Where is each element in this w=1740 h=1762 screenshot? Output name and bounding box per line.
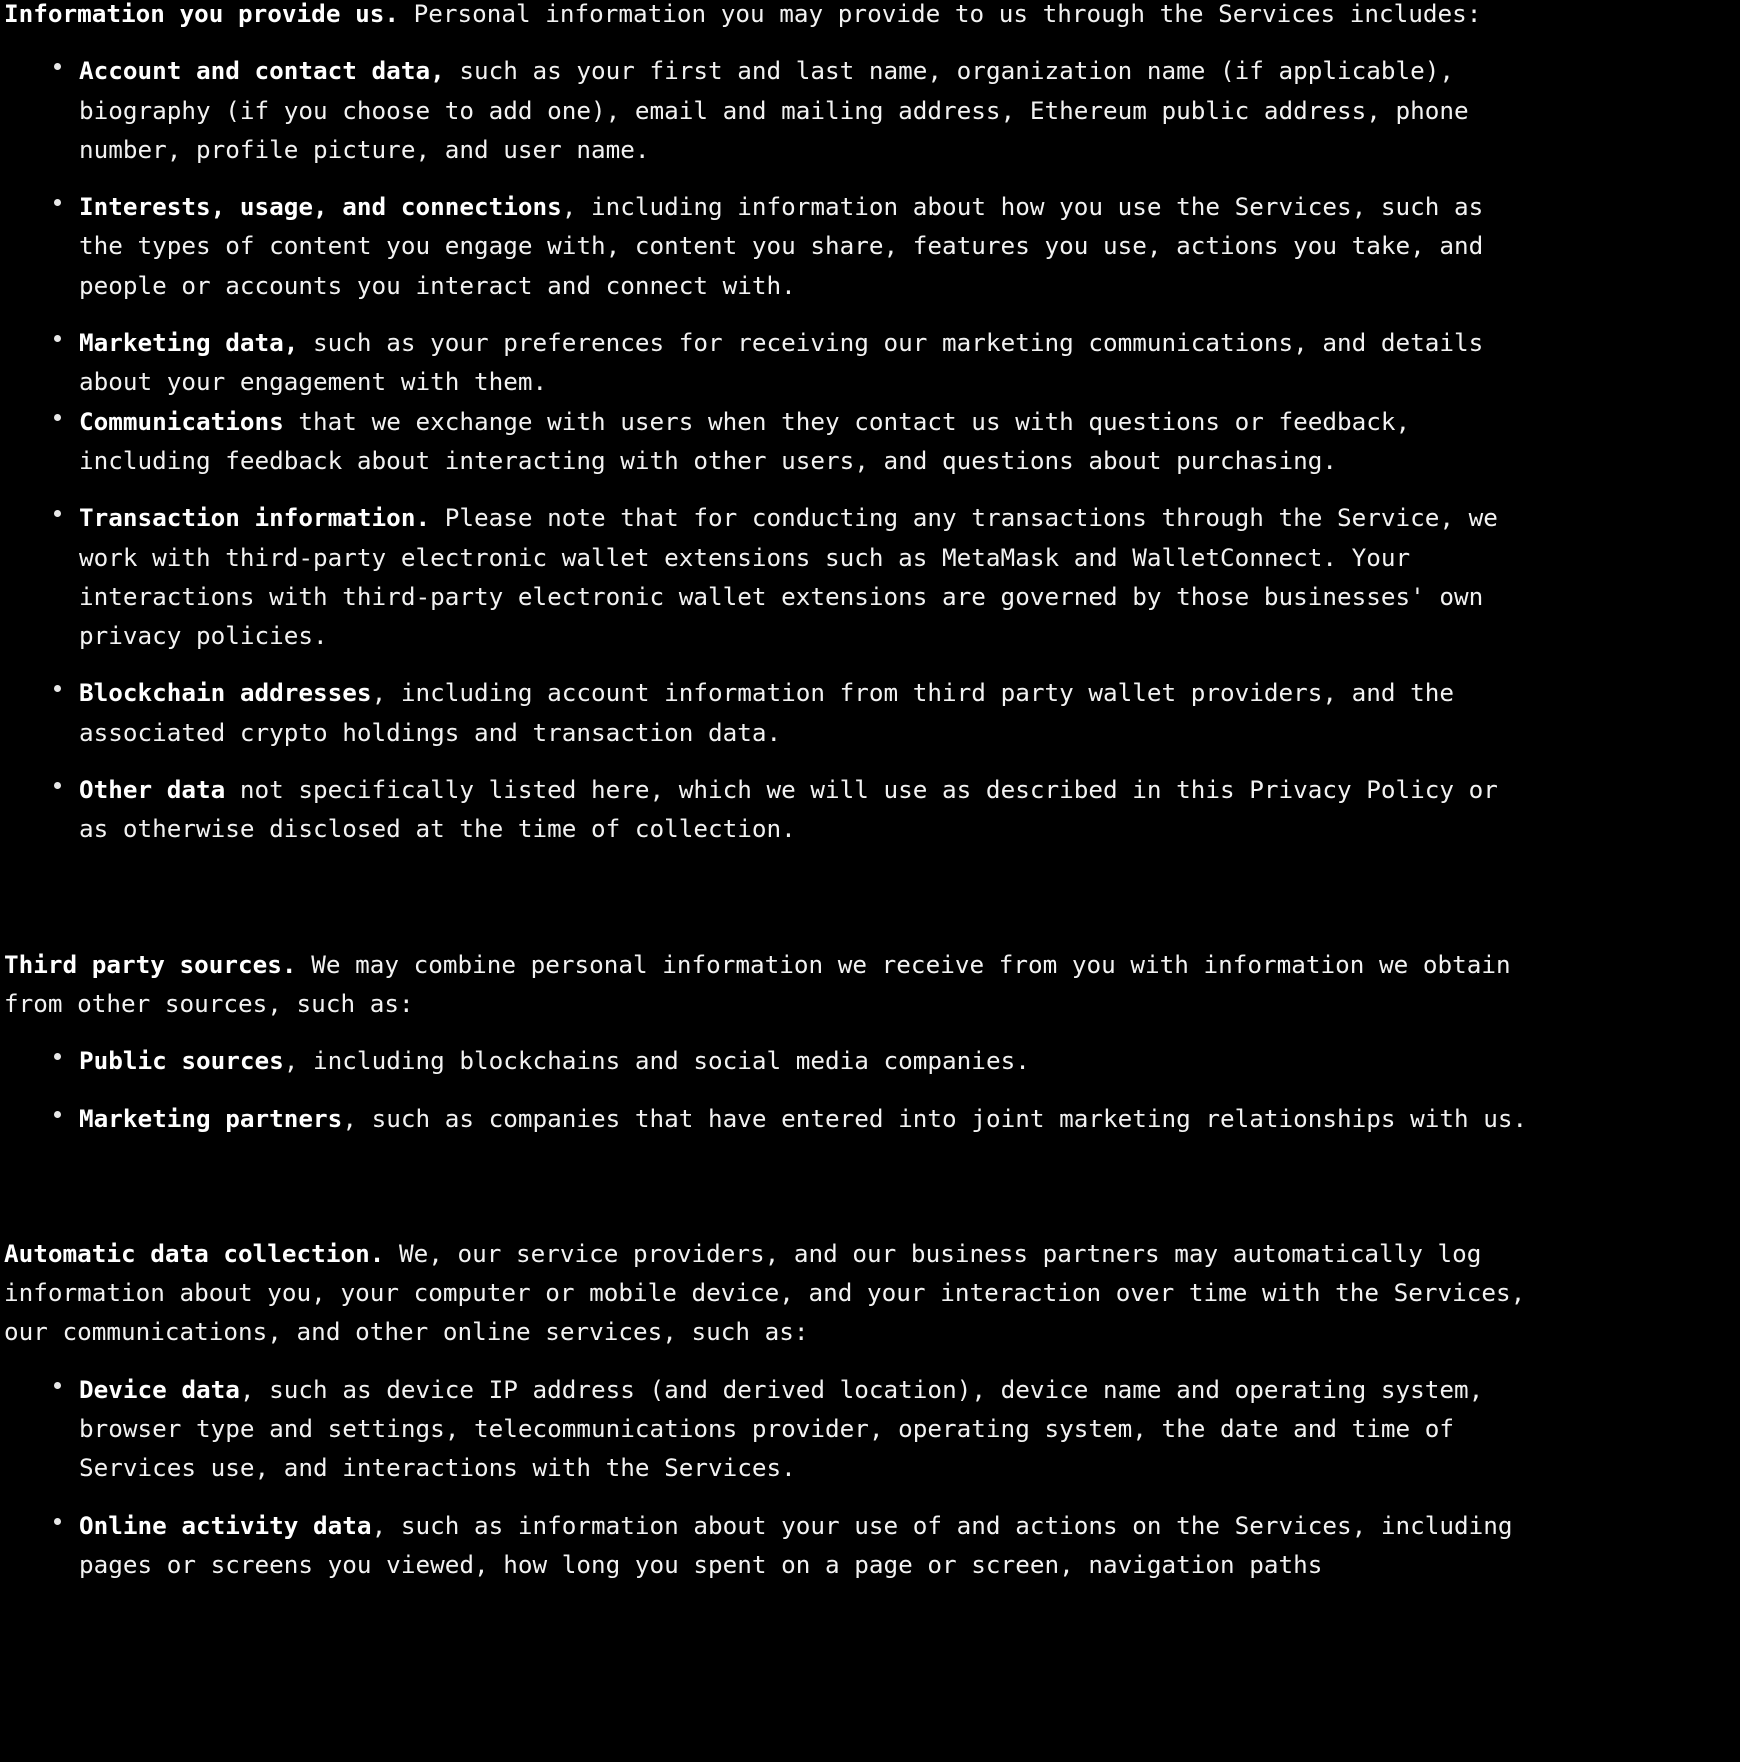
section-lead-paragraph: Automatic data collection. We, our servi…: [4, 1234, 1532, 1352]
bullet-dot-icon: [54, 1041, 61, 1080]
list-item-bold: Other data: [79, 775, 226, 805]
section-lead-paragraph: Information you provide us. Personal inf…: [4, 0, 1532, 33]
list-item-text: , such as companies that have entered in…: [342, 1103, 1528, 1133]
section-third-party-sources: Third party sources. We may combine pers…: [4, 945, 1532, 1138]
list-item: Marketing partners, such as companies th…: [4, 1099, 1532, 1138]
bullet-dot-icon: [54, 498, 61, 537]
section-lead-bold: Information you provide us.: [4, 0, 399, 28]
list-item: Blockchain addresses, including account …: [4, 673, 1532, 752]
bullet-dot-icon: [54, 673, 61, 712]
section-automatic-data-collection: Automatic data collection. We, our servi…: [4, 1234, 1532, 1584]
list-item-bold: Interests, usage, and connections: [79, 192, 562, 222]
list-item: Communications that we exchange with use…: [4, 402, 1532, 481]
list-item: Other data not specifically listed here,…: [4, 770, 1532, 849]
section-lead-paragraph: Third party sources. We may combine pers…: [4, 945, 1532, 1024]
list-item-bold: Device data: [79, 1374, 240, 1404]
section-lead-bold: Automatic data collection.: [4, 1238, 385, 1268]
document-page: Information you provide us. Personal inf…: [0, 0, 1740, 1762]
bullet-list-information-you-provide: Account and contact data, such as your f…: [4, 51, 1532, 848]
bullet-dot-icon: [54, 770, 61, 809]
section-lead-bold: Third party sources.: [4, 949, 297, 979]
privacy-policy-content: Information you provide us. Personal inf…: [4, 0, 1532, 1584]
list-item-text: not specifically listed here, which we w…: [79, 775, 1498, 844]
bullet-dot-icon: [54, 402, 61, 441]
list-item-bold: Account and contact data,: [79, 56, 445, 86]
bullet-dot-icon: [54, 1506, 61, 1545]
list-item: Transaction information. Please note tha…: [4, 498, 1532, 655]
list-item-bold: Online activity data: [79, 1510, 372, 1540]
bullet-dot-icon: [54, 1099, 61, 1138]
list-item-bold: Marketing data,: [79, 328, 299, 358]
list-item: Interests, usage, and connections, inclu…: [4, 187, 1532, 305]
list-item: Marketing data, such as your preferences…: [4, 323, 1532, 402]
list-item-bold: Transaction information.: [79, 503, 431, 533]
list-item-bold: Blockchain addresses: [79, 678, 372, 708]
list-item: Public sources, including blockchains an…: [4, 1041, 1532, 1080]
bullet-list-automatic-data-collection: Device data, such as device IP address (…: [4, 1370, 1532, 1584]
list-item-bold: Public sources: [79, 1046, 284, 1076]
bullet-dot-icon: [54, 51, 61, 90]
bullet-dot-icon: [54, 1370, 61, 1409]
list-item-text: , such as device IP address (and derived…: [79, 1374, 1484, 1483]
bullet-dot-icon: [54, 187, 61, 226]
list-item-bold: Communications: [79, 406, 284, 436]
bullet-dot-icon: [54, 323, 61, 362]
list-item: Online activity data, such as informatio…: [4, 1506, 1532, 1585]
list-item: Account and contact data, such as your f…: [4, 51, 1532, 169]
section-information-you-provide-us: Information you provide us. Personal inf…: [4, 0, 1532, 849]
bullet-list-third-party-sources: Public sources, including blockchains an…: [4, 1041, 1532, 1138]
list-item: Device data, such as device IP address (…: [4, 1370, 1532, 1488]
section-lead-text: Personal information you may provide to …: [398, 0, 1482, 28]
list-item-bold: Marketing partners: [79, 1103, 343, 1133]
list-item-text: , including blockchains and social media…: [283, 1046, 1030, 1076]
